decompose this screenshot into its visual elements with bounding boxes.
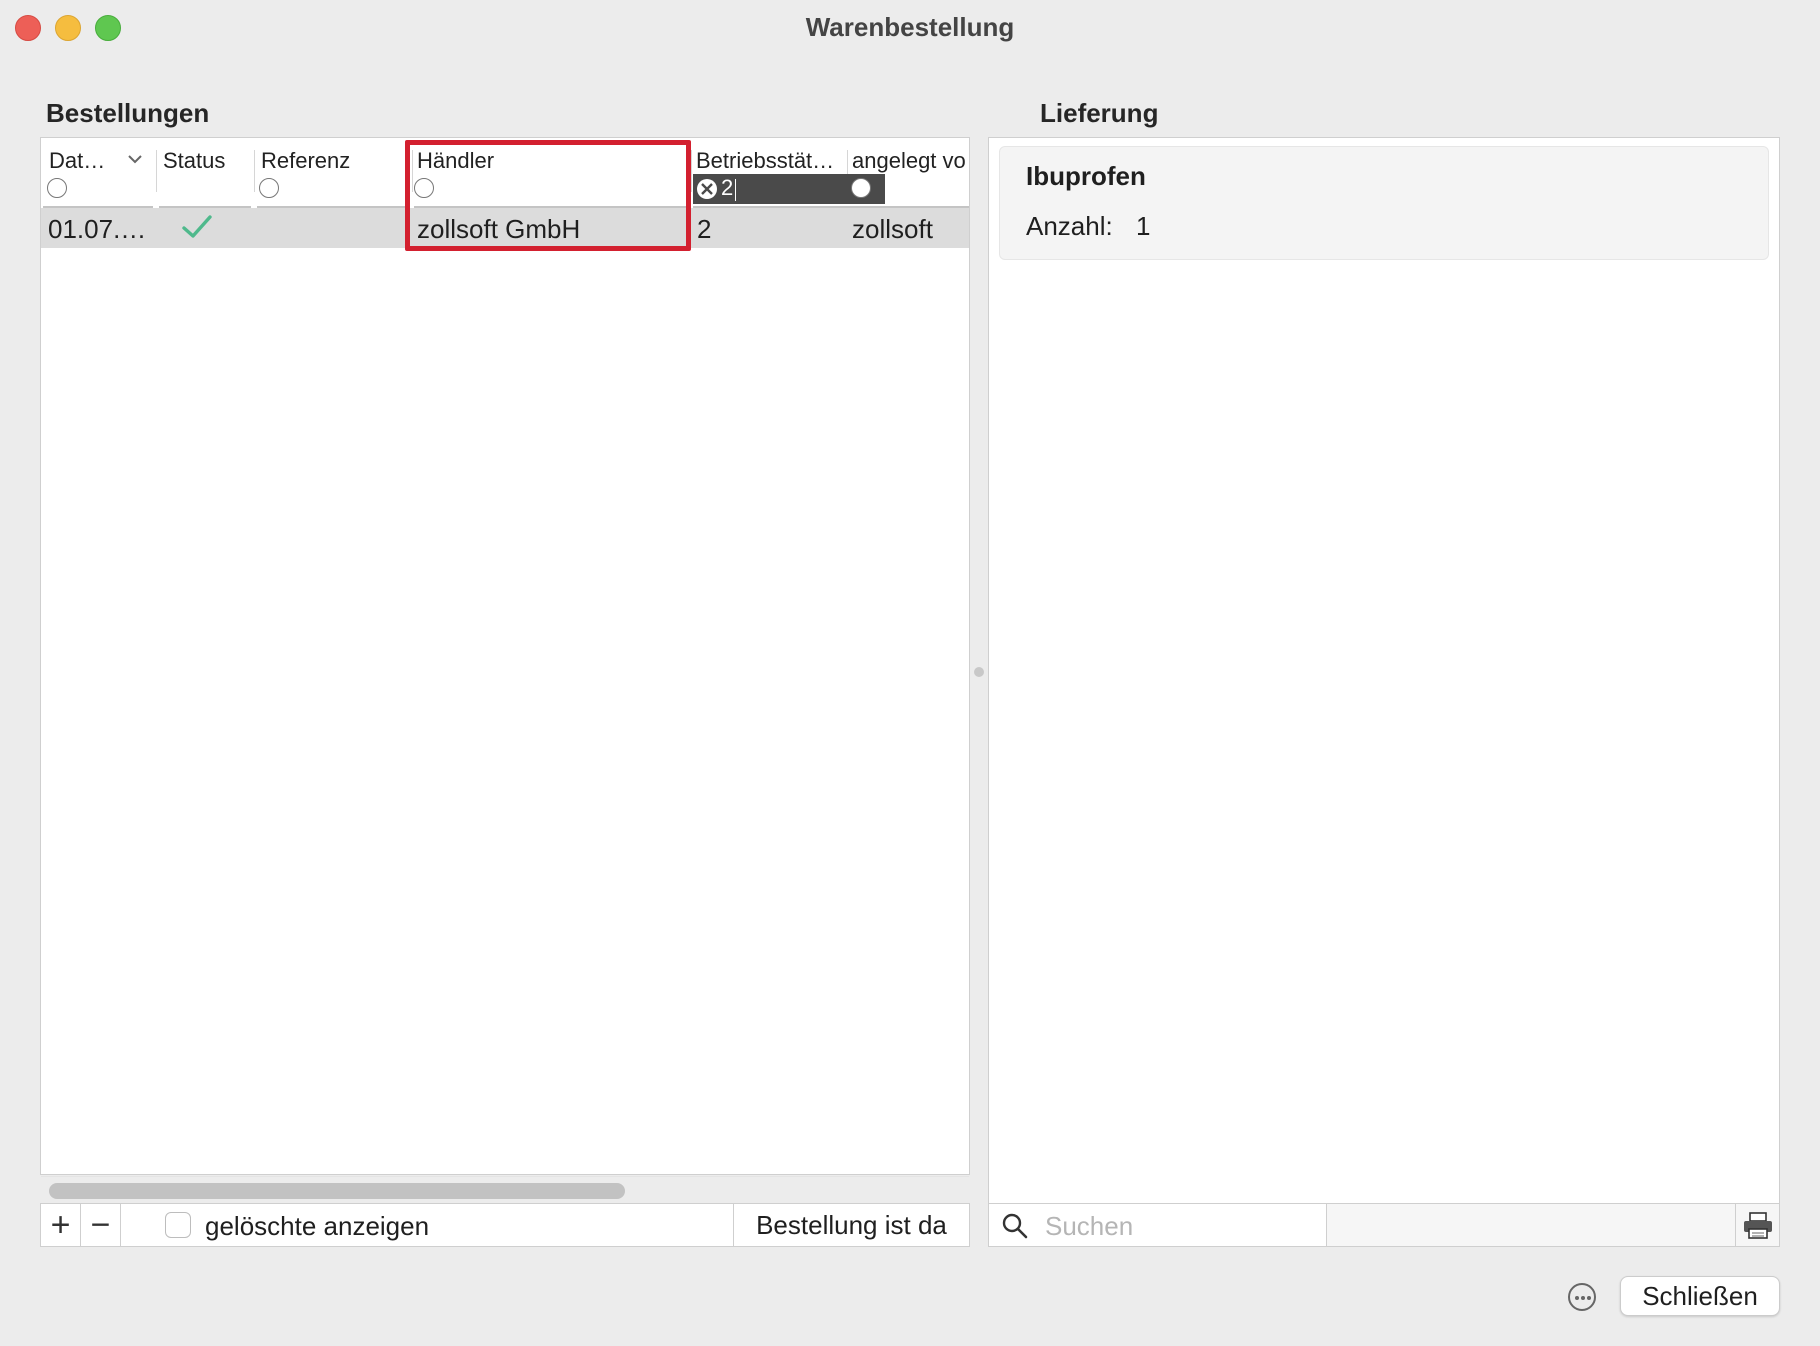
more-options-icon[interactable] [1568,1283,1596,1311]
delivery-panel: Ibuprofen Anzahl: 1 [988,137,1780,1205]
delivery-item-card[interactable]: Ibuprofen Anzahl: 1 [999,146,1769,260]
cell-angelegt-von: zollsoft [852,214,933,244]
show-deleted-checkbox[interactable] [165,1212,191,1238]
filter-radio-angelegt-von[interactable] [851,178,871,198]
filter-radio-referenz[interactable] [259,178,279,198]
cell-datum: 01.07.… [48,214,147,244]
filter-radio-datum[interactable] [47,178,67,198]
orders-section-label: Bestellungen [46,98,210,128]
text-cursor [735,179,736,201]
filter-input-value: 2 [721,175,734,200]
delivery-count-label: Anzahl: [1026,211,1113,241]
orders-table: Dat… Status Referenz Händler Betriebsstä… [40,137,970,1199]
orders-toolbar: + − gelöschte anzeigen Bestellung ist da [40,1203,970,1247]
column-header-status[interactable]: Status [163,148,251,174]
column-header-referenz[interactable]: Referenz [261,148,411,174]
order-delivered-button[interactable]: Bestellung ist da [734,1204,969,1246]
delivery-item-name: Ibuprofen [1026,161,1146,191]
column-separator [254,150,255,192]
delivery-section-label: Lieferung [1040,98,1159,128]
highlight-box [405,140,691,251]
show-deleted-label[interactable]: gelöschte anzeigen [205,1211,429,1242]
clear-filter-icon[interactable] [695,177,719,201]
window-title: Warenbestellung [805,12,1015,42]
cell-betriebsstaette: 2 [697,214,712,244]
column-separator [691,150,692,192]
search-placeholder: Suchen [1045,1211,1134,1241]
delivery-search-bar: Suchen [988,1203,1780,1247]
sort-chevron-down-icon[interactable] [127,154,143,166]
title-bar: Warenbestellung [0,0,1820,56]
print-button[interactable] [1735,1204,1779,1246]
horizontal-scrollbar[interactable] [49,1183,625,1199]
status-checkmark-icon [182,215,212,238]
scrollbar-track-border [41,1176,969,1177]
column-separator [156,150,157,192]
split-view-handle[interactable] [974,667,984,677]
search-input[interactable]: Suchen [989,1204,1327,1246]
remove-order-button[interactable]: − [81,1204,121,1246]
search-icon [1002,1213,1028,1239]
column-header-betriebsstaette[interactable]: Betriebsstät… [696,148,846,174]
close-button[interactable]: Schließen [1620,1276,1780,1316]
printer-icon [1744,1212,1772,1239]
add-order-button[interactable]: + [41,1204,81,1246]
delivery-count-value: 1 [1136,211,1151,241]
column-header-angelegt-von[interactable]: angelegt vo [852,148,969,174]
